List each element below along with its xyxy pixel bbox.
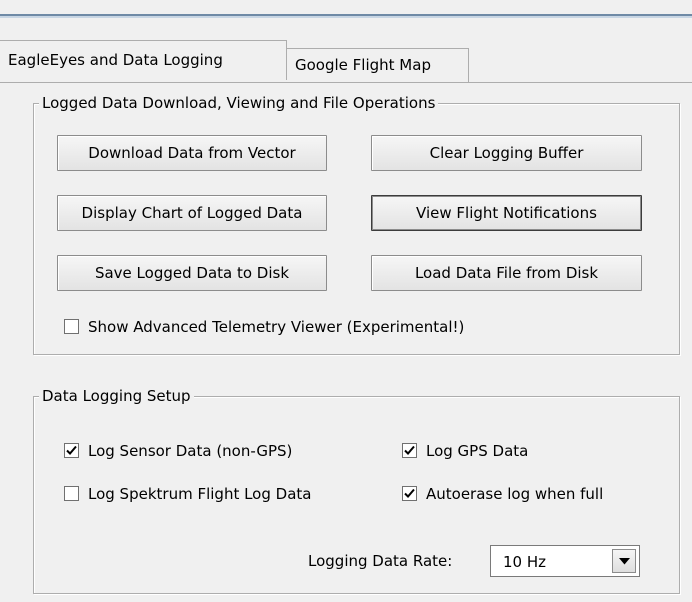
view-flight-notifications-button[interactable]: View Flight Notifications (371, 195, 642, 231)
log-spektrum-checkbox[interactable] (64, 486, 79, 501)
checkmark-icon (404, 488, 415, 498)
checkmark-icon (66, 445, 77, 455)
log-gps-label: Log GPS Data (426, 442, 529, 460)
clear-logging-buffer-button[interactable]: Clear Logging Buffer (371, 135, 642, 171)
checkmark-icon (404, 445, 415, 455)
autoerase-checkbox[interactable] (402, 486, 417, 501)
log-spektrum-label: Log Spektrum Flight Log Data (88, 485, 312, 503)
logging-rate-select[interactable]: 10 Hz (490, 545, 640, 577)
autoerase-label: Autoerase log when full (426, 485, 604, 503)
window-top-border-highlight (0, 16, 692, 18)
display-chart-button[interactable]: Display Chart of Logged Data (57, 195, 327, 231)
log-sensor-label: Log Sensor Data (non-GPS) (88, 442, 293, 460)
dropdown-arrow-button[interactable] (612, 549, 636, 573)
download-data-button[interactable]: Download Data from Vector (57, 135, 327, 171)
logging-rate-value: 10 Hz (503, 553, 547, 571)
load-data-file-button[interactable]: Load Data File from Disk (371, 255, 642, 291)
save-logged-data-button[interactable]: Save Logged Data to Disk (57, 255, 327, 291)
log-sensor-checkbox[interactable] (64, 443, 79, 458)
advanced-viewer-label: Show Advanced Telemetry Viewer (Experime… (88, 318, 465, 336)
file-operations-group-title: Logged Data Download, Viewing and File O… (39, 93, 439, 113)
logging-rate-label: Logging Data Rate: (308, 552, 453, 570)
advanced-viewer-checkbox[interactable] (64, 319, 79, 334)
tab-eagleeyes-data-logging[interactable]: EagleEyes and Data Logging (0, 40, 287, 80)
log-gps-checkbox[interactable] (402, 443, 417, 458)
logging-setup-group-title: Data Logging Setup (39, 386, 194, 406)
tab-strip: EagleEyes and Data Logging Google Flight… (0, 40, 692, 82)
chevron-down-icon (619, 558, 630, 565)
tab-google-flight-map[interactable]: Google Flight Map (287, 48, 469, 82)
